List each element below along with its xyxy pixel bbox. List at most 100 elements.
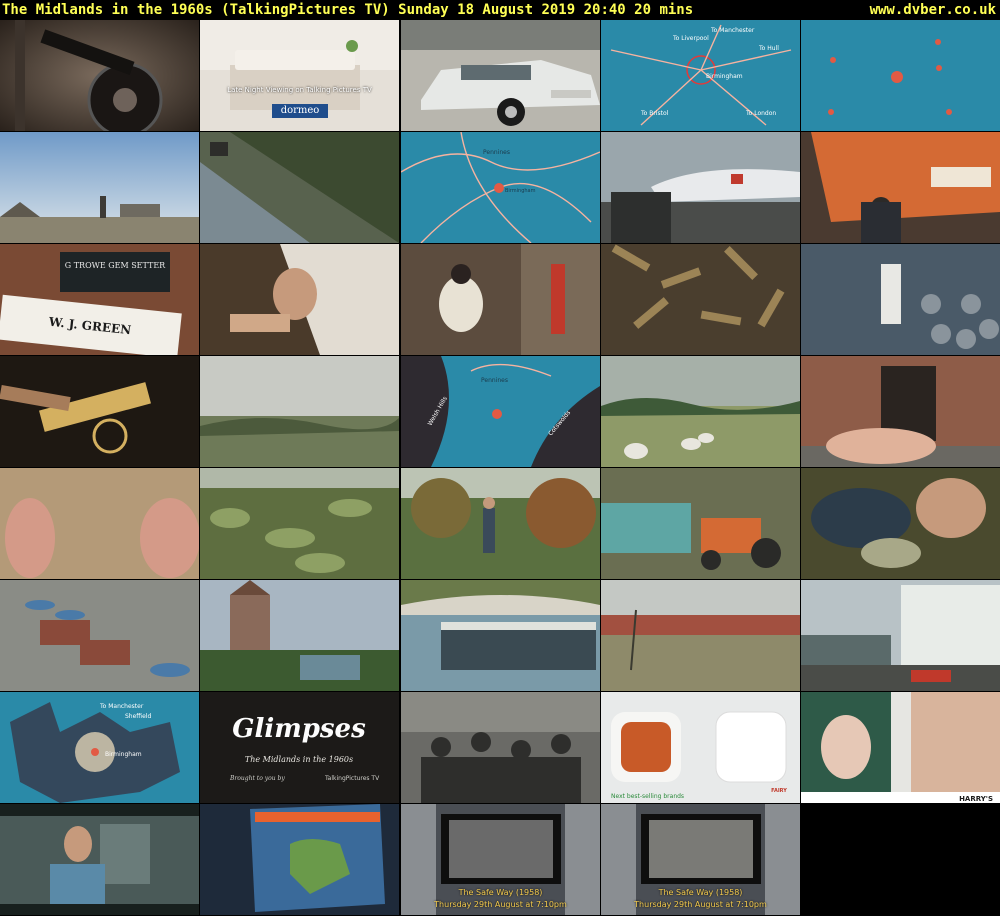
frame-crowd-bw (401, 692, 600, 803)
thumbnail-20[interactable] (801, 356, 1000, 467)
thumbnail-32[interactable]: Glimpses The Midlands in the 1960s Broug… (200, 692, 399, 803)
thumbnail-1[interactable] (0, 20, 199, 131)
frame-map-dots (801, 20, 1000, 131)
frame-laptop-map (200, 804, 399, 915)
harrys-logo: HARRY'S (959, 795, 993, 803)
thumbnail-4[interactable]: To Liverpool To Manchester To Hull Birmi… (601, 20, 800, 131)
thumbnail-29[interactable] (601, 580, 800, 691)
frame-jeweller (200, 244, 399, 355)
map-label-hull: To Hull (758, 45, 779, 52)
frame-misty-valley (200, 356, 399, 467)
frame-route-map: To Liverpool To Manchester To Hull Birmi… (601, 20, 800, 131)
frame-colliery-landscape (0, 132, 199, 243)
thumbnail-9[interactable] (601, 132, 800, 243)
frame-england-map: To Manchester Sheffield Birmingham (0, 692, 199, 803)
map-label-pennines: Pennines (483, 149, 510, 156)
thumbnail-39[interactable]: The Safe Way (1958) Thursday 29th August… (601, 804, 800, 915)
map-label-pennines-2: Pennines (481, 377, 508, 384)
map-label-sheffield: Sheffield (125, 713, 151, 720)
thumbnail-30[interactable] (801, 580, 1000, 691)
thumbnail-28[interactable] (401, 580, 600, 691)
thumbnail-8[interactable]: Pennines Birmingham (401, 132, 600, 243)
frame-pig-barn (801, 356, 1000, 467)
thumbnail-16[interactable] (0, 356, 199, 467)
thumbnail-33[interactable] (401, 692, 600, 803)
frame-title-card: Glimpses The Midlands in the 1960s Broug… (200, 692, 399, 803)
glimpses-title: Glimpses (232, 714, 366, 744)
thumbnail-18[interactable]: Pennines Welsh Hills Cotswolds (401, 356, 600, 467)
thumbnail-27[interactable] (200, 580, 399, 691)
frame-gold-casting (0, 356, 199, 467)
frame-car (401, 20, 600, 131)
dormeo-logo: dormeo (272, 104, 328, 118)
thumbnail-19[interactable] (601, 356, 800, 467)
frame-harrys-ad: HARRY'S (801, 692, 1000, 803)
promo-title-2: The Safe Way (1958) (658, 888, 743, 897)
fairy-logo: FAIRY (771, 788, 787, 794)
sign-gem-setter: G TROWE GEM SETTER (65, 261, 166, 270)
tptv-logo: TalkingPictures TV (324, 775, 380, 782)
thumbnail-2[interactable]: Late Night Viewing on Talking Pictures T… (200, 20, 399, 131)
thumbnail-37[interactable] (200, 804, 399, 915)
frame-modern-buildings (801, 580, 1000, 691)
thumbnail-3[interactable] (401, 20, 600, 131)
frame-crop-field (200, 468, 399, 579)
fairy-tagline: Next best-selling brands (611, 793, 684, 800)
frame-orchard (401, 468, 600, 579)
frame-factory-workers (401, 244, 600, 355)
thumbnail-22[interactable] (200, 468, 399, 579)
map-label-birmingham: Birmingham (706, 73, 743, 80)
thumbnail-24[interactable] (601, 468, 800, 579)
frame-airliner (601, 132, 800, 243)
frame-regional-map: Pennines Birmingham (401, 132, 600, 243)
thumbnail-11[interactable]: G TROWE GEM SETTER W. J. GREEN (0, 244, 199, 355)
thumbnail-38[interactable]: The Safe Way (1958) Thursday 29th August… (401, 804, 600, 915)
thumbnail-13[interactable] (401, 244, 600, 355)
brought-by: Brought to you by (229, 775, 285, 782)
thumbnail-14[interactable] (601, 244, 800, 355)
thumbnail-34[interactable]: Next best-selling brands FAIRY (601, 692, 800, 803)
frame-tractor (601, 468, 800, 579)
frame-safe-way-promo-2 (601, 804, 800, 915)
thumbnail-25[interactable] (801, 468, 1000, 579)
programme-title: The Midlands in the 1960s (TalkingPictur… (2, 2, 694, 18)
thumbnail-7[interactable] (200, 132, 399, 243)
glimpses-subtitle: The Midlands in the 1960s (245, 755, 353, 764)
promo-time-2: Thursday 29th August at 7:10pm (634, 900, 767, 909)
thumbnail-6[interactable] (0, 132, 199, 243)
thumbnail-grid: Late Night Viewing on Talking Pictures T… (0, 20, 1000, 916)
thumbnail-21[interactable] (0, 468, 199, 579)
frame-river-boat (401, 580, 600, 691)
frame-brass-cartridges (601, 244, 800, 355)
frame-hospital-drama (0, 804, 199, 915)
thumbnail-5[interactable] (801, 20, 1000, 131)
thumbnail-17[interactable] (200, 356, 399, 467)
frame-fairy-ad: Next best-selling brands FAIRY (601, 692, 800, 803)
frame-truck-factory (801, 132, 1000, 243)
map-label-birmingham-2: Birmingham (505, 188, 536, 194)
map-label-london: To London (745, 110, 776, 117)
thumbnail-23[interactable] (401, 468, 600, 579)
map-label-manchester-2: To Manchester (99, 703, 144, 710)
ad-caption: Late Night Viewing on Talking Pictures T… (227, 86, 372, 94)
thumbnail-15[interactable] (801, 244, 1000, 355)
frame-hills-map: Pennines Welsh Hills Cotswolds (401, 356, 600, 467)
map-label-birmingham-3: Birmingham (105, 751, 142, 758)
map-label-manchester: To Manchester (710, 27, 755, 34)
map-label-liverpool: To Liverpool (672, 35, 709, 42)
thumbnail-31[interactable]: To Manchester Sheffield Birmingham (0, 692, 199, 803)
thumbnail-26[interactable] (0, 580, 199, 691)
thumbnail-12[interactable] (200, 244, 399, 355)
site-link[interactable]: www.dvber.co.uk (870, 0, 996, 20)
header-bar: The Midlands in the 1960s (TalkingPictur… (0, 0, 1000, 20)
thumbnail-10[interactable] (801, 132, 1000, 243)
thumbnail-35[interactable]: HARRY'S (801, 692, 1000, 803)
frame-building-site (601, 580, 800, 691)
frame-shop-signs: G TROWE GEM SETTER W. J. GREEN (0, 244, 199, 355)
thumbnail-36[interactable] (0, 804, 199, 915)
frame-safe-way-promo-1 (401, 804, 600, 915)
frame-cathedral (200, 580, 399, 691)
frame-sheep-field (601, 356, 800, 467)
frame-outdoor-cafe (0, 580, 199, 691)
promo-title: The Safe Way (1958) (458, 888, 543, 897)
